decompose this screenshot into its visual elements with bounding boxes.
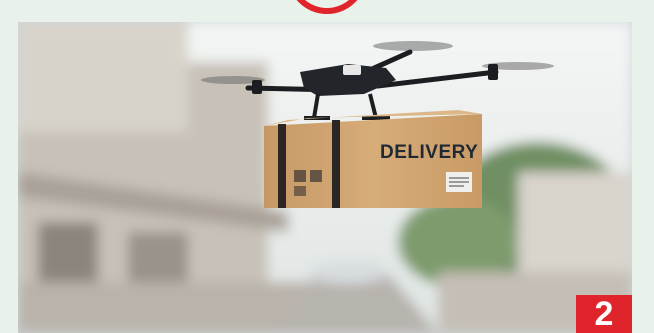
delivery-box: DELIVERY bbox=[264, 110, 482, 208]
step-number-badge: 2 bbox=[576, 295, 632, 333]
delivery-drone-photo: DELIVERY 2 bbox=[18, 22, 632, 333]
top-ring-decoration bbox=[287, 0, 367, 14]
box-label-text: DELIVERY bbox=[380, 142, 478, 163]
